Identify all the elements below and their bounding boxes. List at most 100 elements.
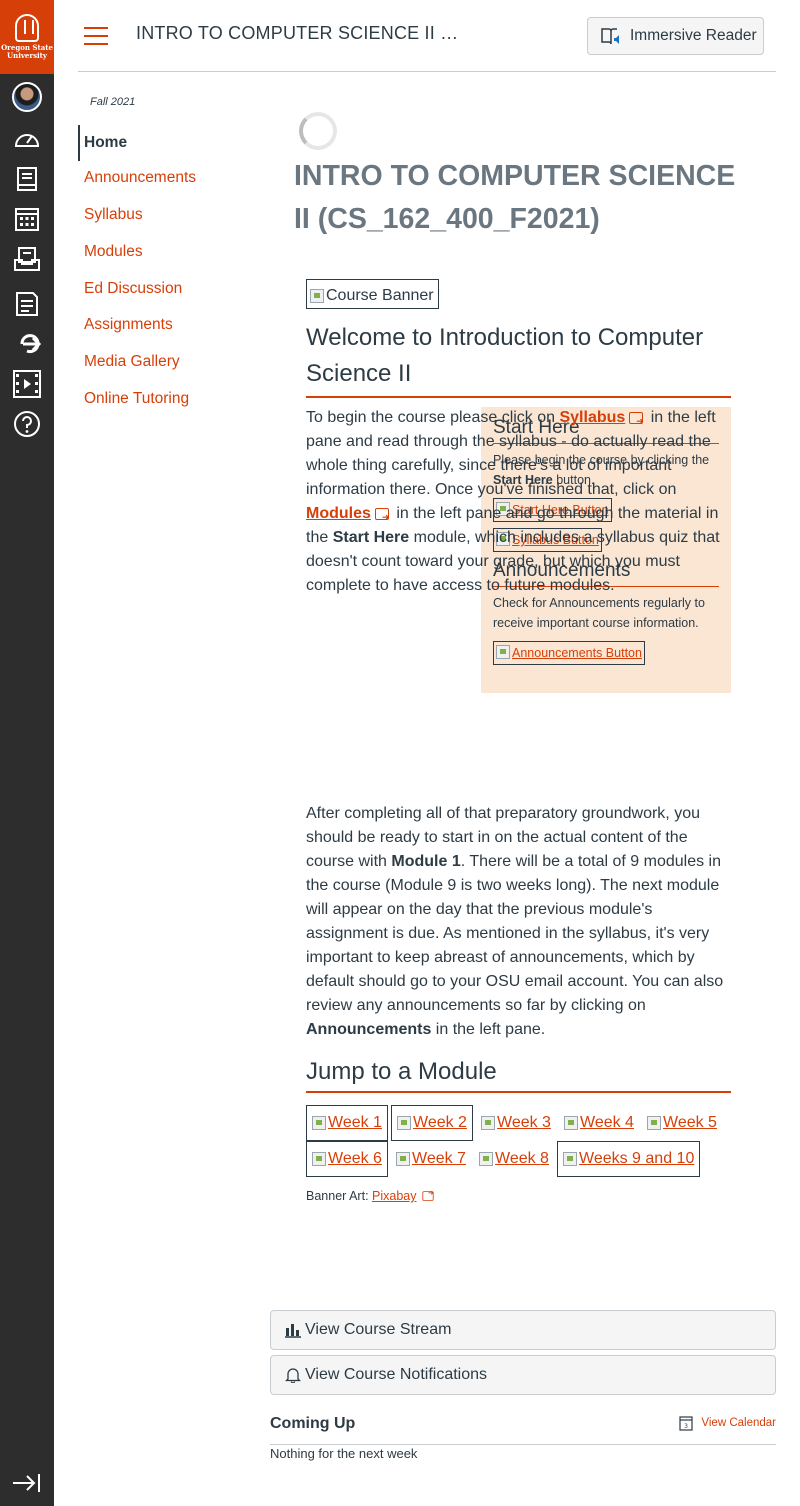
week-1-label: Week 1 (328, 1114, 382, 1131)
collapse-nav-icon (13, 1474, 40, 1492)
announcements-text: Check for Announcements regularly to rec… (493, 596, 705, 630)
bell-icon (285, 1368, 301, 1383)
week-3-label: Week 3 (497, 1114, 551, 1131)
history-nav-item[interactable] (0, 283, 54, 323)
hamburger-menu-button[interactable] (84, 27, 108, 45)
welcome-heading: Welcome to Introduction to Computer Scie… (306, 320, 731, 398)
start-here-bold: Start Here (332, 529, 410, 546)
course-nav-online-tutoring[interactable]: Online Tutoring (78, 381, 268, 417)
module-1-bold: Module 1 (391, 853, 461, 870)
courses-nav-item[interactable] (0, 159, 54, 199)
broken-image-icon (496, 645, 510, 659)
week-8-link[interactable]: Week 8 (474, 1141, 554, 1177)
view-course-notifications-button[interactable]: View Course Notifications (270, 1355, 776, 1395)
announcements-button-label: Announcements Button (512, 646, 642, 660)
studio-nav-item[interactable] (0, 364, 54, 404)
modules-link[interactable]: Modules (306, 505, 371, 522)
help-nav-item[interactable] (0, 404, 54, 444)
pixabay-link[interactable]: Pixabay (372, 1189, 416, 1203)
commons-nav-item[interactable] (0, 324, 54, 364)
broken-image-icon (647, 1116, 661, 1130)
intro-paragraph: To begin the course please click on Syll… (306, 406, 731, 598)
week-5-link[interactable]: Week 5 (642, 1105, 722, 1141)
immersive-reader-label: Immersive Reader (630, 27, 757, 44)
course-nav-media-gallery[interactable]: Media Gallery (78, 344, 268, 380)
week-2-link[interactable]: Week 2 (391, 1105, 473, 1141)
coming-up-heading: Coming Up (270, 1415, 356, 1432)
view-course-stream-label: View Course Stream (305, 1321, 452, 1338)
course-nav-home[interactable]: Home (78, 125, 268, 161)
week-1-link[interactable]: Week 1 (306, 1105, 388, 1141)
svg-text:3: 3 (684, 1423, 688, 1430)
course-nav-ed-discussion[interactable]: Ed Discussion (78, 271, 268, 307)
coming-up-empty-text: Nothing for the next week (270, 1446, 418, 1461)
broken-image-icon (312, 1152, 326, 1166)
announcements-bold: Announcements (306, 1021, 432, 1038)
external-link-icon (374, 505, 389, 529)
syllabus-link[interactable]: Syllabus (559, 409, 625, 426)
week-6-link[interactable]: Week 6 (306, 1141, 388, 1177)
course-nav-syllabus[interactable]: Syllabus (78, 197, 268, 233)
immersive-reader-icon (601, 28, 619, 45)
banner-credit: Banner Art: Pixabay (306, 1189, 438, 1203)
stream-chart-icon (285, 1324, 301, 1338)
view-calendar-link[interactable]: 3 View Calendar (679, 1415, 776, 1431)
week-4-link[interactable]: Week 4 (559, 1105, 639, 1141)
history-icon (16, 292, 38, 316)
external-link-icon (629, 409, 644, 433)
week-2-label: Week 2 (413, 1114, 467, 1131)
collapse-nav-button[interactable] (12, 1472, 42, 1494)
broken-image-icon (397, 1116, 411, 1130)
broken-image-icon (396, 1152, 410, 1166)
term-label: Fall 2021 (90, 96, 136, 108)
calendar-icon: 3 (679, 1416, 694, 1431)
coming-up-section: Coming Up 3 View Calendar (270, 1414, 776, 1445)
course-nav-announcements[interactable]: Announcements (78, 160, 268, 196)
broken-image-icon (312, 1116, 326, 1130)
calendar-icon (15, 208, 39, 231)
account-nav-item[interactable] (0, 77, 54, 117)
week-8-label: Week 8 (495, 1150, 549, 1167)
announcements-button[interactable]: Announcements Button (493, 641, 645, 665)
view-course-notifications-label: View Course Notifications (305, 1366, 488, 1383)
calendar-nav-item[interactable] (0, 199, 54, 239)
studio-icon (13, 370, 41, 398)
breadcrumb-course-title[interactable]: INTRO TO COMPUTER SCIENCE II … (136, 23, 458, 44)
week-3-link[interactable]: Week 3 (476, 1105, 556, 1141)
week-6-label: Week 6 (328, 1150, 382, 1167)
courses-icon (17, 167, 37, 191)
page-title: INTRO TO COMPUTER SCIENCE II (CS_162_400… (294, 160, 736, 235)
weeks-9-10-label: Weeks 9 and 10 (579, 1150, 695, 1167)
course-header: INTRO TO COMPUTER SCIENCE II … Immersive… (78, 0, 776, 72)
weeks-9-10-link[interactable]: Weeks 9 and 10 (557, 1141, 701, 1177)
modules-text-c: in the left pane. (431, 1021, 546, 1038)
view-calendar-label: View Calendar (701, 1417, 776, 1429)
inbox-nav-item[interactable] (0, 239, 54, 279)
course-nav-modules[interactable]: Modules (78, 234, 268, 270)
intro-text-a: To begin the course please click on (306, 409, 560, 426)
external-link-icon (421, 1189, 434, 1201)
help-icon (14, 411, 40, 437)
broken-image-icon (479, 1152, 493, 1166)
modules-text-b: . There will be a total of 9 modules in … (306, 853, 724, 1014)
logo-line-2: University (7, 51, 47, 60)
jump-to-module-heading: Jump to a Module (306, 1055, 731, 1093)
university-logo[interactable]: Oregon State University (0, 0, 54, 74)
avatar (12, 82, 42, 112)
announcements-button-row: Announcements Button (493, 641, 719, 671)
week-4-label: Week 4 (580, 1114, 634, 1131)
osu-seal-icon (15, 14, 39, 42)
broken-image-icon (310, 288, 324, 303)
modules-paragraph: After completing all of that preparatory… (306, 802, 731, 1042)
commons-icon (20, 334, 41, 354)
week-5-label: Week 5 (663, 1114, 717, 1131)
course-banner-alt: Course Banner (326, 286, 434, 304)
dashboard-nav-item[interactable] (0, 118, 54, 158)
course-nav-assignments[interactable]: Assignments (78, 307, 268, 343)
course-banner-image: Course Banner (306, 279, 439, 309)
week-7-link[interactable]: Week 7 (391, 1141, 471, 1177)
view-course-stream-button[interactable]: View Course Stream (270, 1310, 776, 1350)
banner-credit-label: Banner Art: (306, 1189, 373, 1203)
loading-spinner-icon (299, 112, 337, 150)
immersive-reader-button[interactable]: Immersive Reader (587, 17, 764, 55)
